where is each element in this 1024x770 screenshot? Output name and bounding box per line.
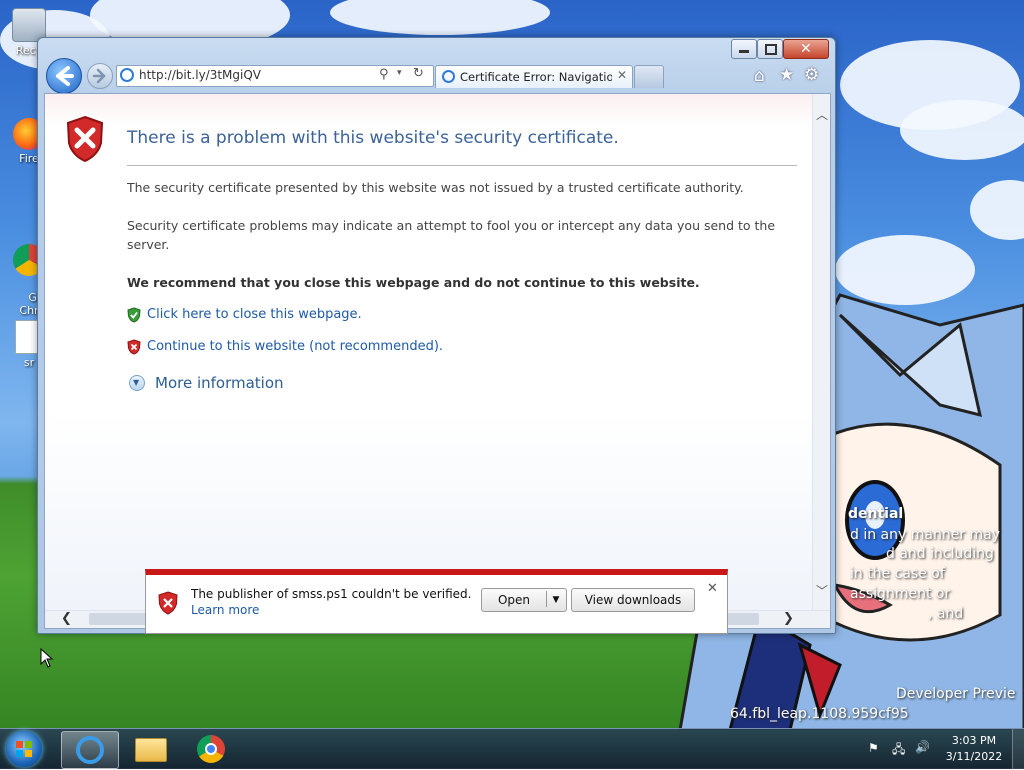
action-center-flag-icon[interactable]: ⚑	[868, 741, 879, 755]
vertical-scrollbar[interactable]: ︿ ﹀	[812, 94, 830, 612]
taskbar-chrome[interactable]	[184, 731, 240, 767]
learn-more-link[interactable]: Learn more	[191, 603, 259, 617]
forward-arrow-icon	[92, 68, 106, 84]
maximize-button[interactable]	[757, 39, 783, 59]
desktop-icon-label: Fire	[19, 152, 39, 165]
settings-gear-icon[interactable]: ⚙	[804, 65, 819, 85]
scroll-right-icon[interactable]: ❯	[783, 611, 794, 626]
cloud	[330, 0, 550, 35]
watermark-line: dential	[848, 506, 904, 522]
divider	[127, 165, 797, 166]
tab-title: Certificate Error: Navigation...	[460, 70, 612, 84]
forward-button[interactable]	[87, 63, 113, 89]
download-warning-message: The publisher of smss.ps1 couldn't be ve…	[191, 587, 472, 601]
cloud	[970, 180, 1024, 240]
chrome-icon	[197, 735, 225, 763]
watermark-line: d and including	[886, 546, 994, 562]
continue-to-website-link[interactable]: Continue to this website (not recommende…	[147, 339, 443, 354]
more-information-toggle[interactable]: More information	[155, 374, 284, 392]
desktop-icon-label: sr	[23, 356, 35, 369]
clock-time: 3:03 PM	[951, 734, 997, 747]
refresh-icon[interactable]: ↻	[413, 66, 424, 81]
address-text[interactable]: http://bit.ly/3tMgiQV	[139, 68, 261, 82]
view-downloads-button[interactable]: View downloads	[571, 588, 695, 612]
certificate-explanation: The security certificate presented by th…	[127, 180, 744, 195]
internet-explorer-icon	[76, 736, 104, 764]
ie-window: ✕ http://bit.ly/3tMgiQV ⚲ ▾ ↻ Certificat…	[37, 37, 836, 634]
green-shield-check-icon	[127, 307, 141, 323]
open-button-label: Open	[497, 593, 531, 607]
clock-date: 3/11/2022	[945, 750, 1003, 763]
tab-certificate-error[interactable]: Certificate Error: Navigation... ✕	[435, 65, 633, 88]
watermark-line: , and	[928, 606, 964, 622]
taskbar: ⚑ 🖧 🔊 3:03 PM 3/11/2022	[0, 728, 1024, 769]
security-warning-text: Security certificate problems may indica…	[127, 218, 776, 252]
page-title: There is a problem with this website's s…	[127, 128, 619, 148]
back-arrow-icon	[56, 66, 74, 86]
open-dropdown-icon[interactable]: ▼	[548, 589, 564, 611]
cloud	[900, 100, 1024, 160]
start-button[interactable]	[6, 731, 42, 767]
minimize-button[interactable]	[731, 39, 757, 59]
download-notification-bar: The publisher of smss.ps1 couldn't be ve…	[145, 569, 728, 634]
close-window-button[interactable]: ✕	[783, 39, 829, 59]
ie-page-icon	[442, 70, 455, 83]
warning-shield-icon	[158, 591, 178, 615]
red-shield-x-icon	[127, 339, 141, 355]
watermark-line: Developer Previe	[896, 686, 1016, 702]
back-button[interactable]	[46, 58, 82, 94]
watermark-line: assignment or	[850, 586, 951, 602]
windows-logo-icon	[16, 741, 32, 757]
recommendation-text: We recommend that you close this webpage…	[127, 275, 700, 290]
page-content: There is a problem with this website's s…	[44, 93, 831, 629]
clock[interactable]: 3:03 PM 3/11/2022	[940, 733, 1008, 765]
close-icon: ✕	[800, 41, 812, 57]
new-tab-button[interactable]	[634, 65, 664, 88]
search-icon[interactable]: ⚲	[379, 67, 389, 82]
mouse-cursor-icon	[40, 648, 54, 668]
expand-chevron-icon[interactable]: ▼	[129, 375, 145, 391]
close-webpage-link[interactable]: Click here to close this webpage.	[147, 307, 362, 322]
minimize-icon	[739, 50, 749, 53]
volume-icon[interactable]: 🔊	[915, 740, 930, 754]
ie-page-icon	[120, 68, 134, 82]
watermark-line: d in any manner may	[850, 527, 1001, 543]
scroll-down-icon[interactable]: ﹀	[816, 582, 828, 599]
watermark-line: 64.fbl_leap.1108.959cf95	[730, 706, 909, 722]
home-icon[interactable]: ⌂	[754, 66, 765, 86]
split-divider	[546, 591, 547, 607]
maximize-icon	[765, 44, 777, 55]
close-notification-icon[interactable]: ✕	[707, 581, 718, 596]
close-tab-icon[interactable]: ✕	[617, 68, 627, 82]
dropdown-icon[interactable]: ▾	[397, 68, 402, 78]
show-desktop-button[interactable]	[1012, 729, 1024, 769]
favorites-star-icon[interactable]: ★	[779, 65, 794, 85]
network-icon[interactable]: 🖧	[892, 740, 905, 761]
scroll-left-icon[interactable]: ❮	[61, 611, 72, 626]
folder-icon	[135, 738, 167, 762]
address-bar[interactable]: http://bit.ly/3tMgiQV ⚲ ▾ ↻	[116, 65, 434, 87]
watermark-line: in the case of	[850, 566, 945, 582]
open-button[interactable]: Open ▼	[481, 588, 567, 612]
scroll-up-icon[interactable]: ︿	[816, 106, 828, 123]
security-error-shield-icon	[66, 115, 104, 163]
taskbar-internet-explorer[interactable]	[61, 731, 119, 769]
taskbar-file-explorer[interactable]	[122, 731, 178, 767]
